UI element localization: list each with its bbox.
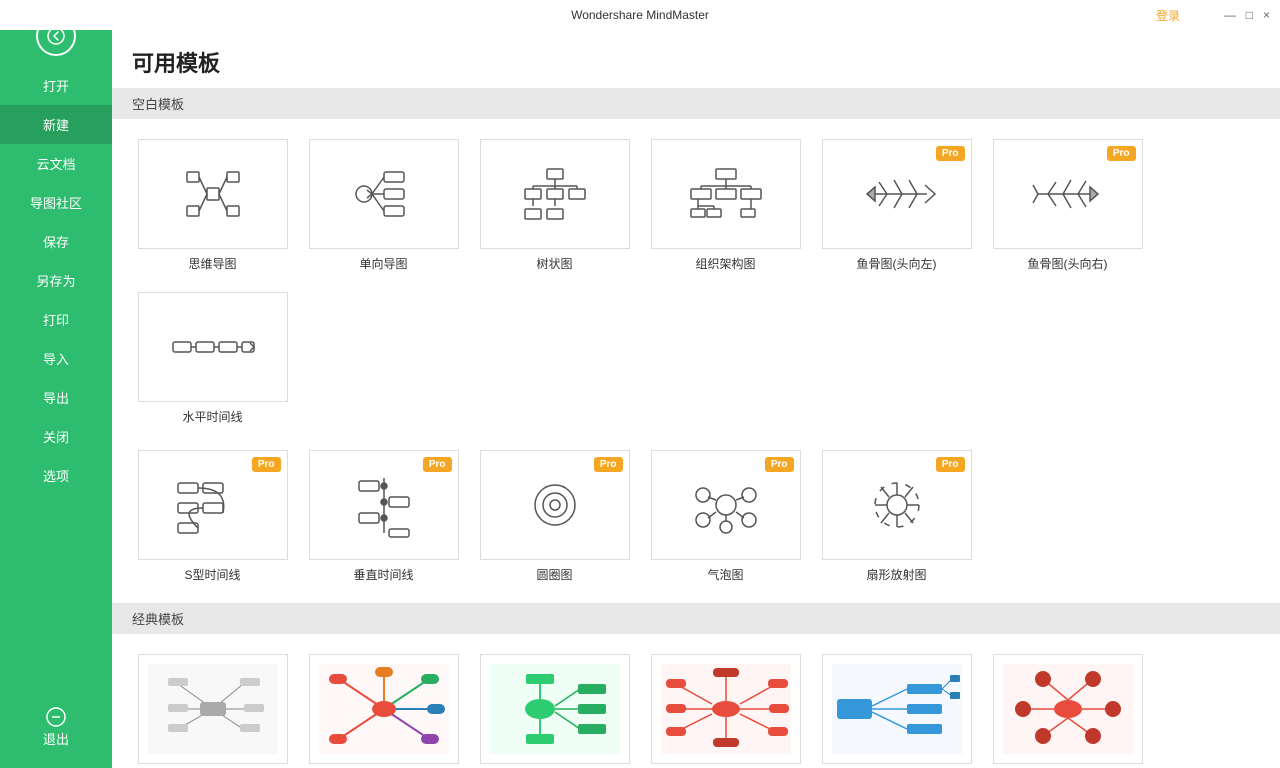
template-org[interactable]: 组织架构图 (648, 139, 803, 272)
sidebar-item-new[interactable]: 新建 (0, 105, 112, 144)
sidebar-item-saveas[interactable]: 另存为 (0, 261, 112, 300)
sidebar-item-exit[interactable]: 退出 (0, 697, 112, 758)
sidebar-label-open: 打开 (43, 76, 69, 95)
template-bubble[interactable]: Pro 气泡图 (648, 450, 803, 583)
template-thumb-mindmaster-intro[interactable] (138, 654, 288, 764)
template-label-bubble: 气泡图 (707, 566, 743, 583)
sidebar-item-print[interactable]: 打印 (0, 300, 112, 339)
template-htimeline[interactable]: 水平时间线 (135, 292, 290, 425)
template-thumb-5w1h[interactable] (309, 654, 459, 764)
template-label-fishbone-left: 鱼骨图(头向左) (857, 255, 937, 272)
classic-template-grid: MindMaster Introduct... (112, 634, 1280, 768)
template-tree[interactable]: 树状图 (477, 139, 632, 272)
template-thumb-case-study[interactable] (822, 654, 972, 764)
sidebar-item-close[interactable]: 关闭 (0, 417, 112, 456)
template-label-radiation: 扇形放射图 (866, 566, 926, 583)
sidebar-item-cloud[interactable]: 云文档 (0, 144, 112, 183)
close-button[interactable]: × (1263, 8, 1270, 22)
title-bar: Wondershare MindMaster 登录 — □ × (0, 0, 1280, 30)
sidebar-label-export: 导出 (43, 388, 69, 407)
template-thumb-radiation[interactable]: Pro (822, 450, 972, 560)
template-oneway[interactable]: 单向导图 (306, 139, 461, 272)
pro-badge-fishbone-right: Pro (1107, 146, 1136, 161)
blank-template-grid-2: Pro S型时间线 Pro (112, 445, 1280, 603)
content-area[interactable]: 空白模板 思维导图 (112, 88, 1280, 768)
template-thumb-vtimeline[interactable]: Pro (309, 450, 459, 560)
template-5w1h[interactable]: 5W1H Mind Map (306, 654, 461, 768)
template-label-mindmap: 思维导图 (188, 255, 236, 272)
template-thumb-fishbone-left[interactable]: Pro (822, 139, 972, 249)
template-thumb-fishbone-right[interactable]: Pro (993, 139, 1143, 249)
sidebar-item-import[interactable]: 导入 (0, 339, 112, 378)
main-content: 可用模板 空白模板 (112, 30, 1280, 768)
template-radiation[interactable]: Pro 扇 (819, 450, 974, 583)
sidebar-item-community[interactable]: 导图社区 (0, 183, 112, 222)
template-thumb-oneway[interactable] (309, 139, 459, 249)
sidebar-label-save: 保存 (43, 232, 69, 251)
template-label-vtimeline: 垂直时间线 (353, 566, 413, 583)
pro-badge-circle: Pro (594, 457, 623, 472)
template-thumb-tree[interactable] (480, 139, 630, 249)
template-thumb-org[interactable] (651, 139, 801, 249)
sidebar-label-cloud: 云文档 (36, 154, 75, 173)
template-thumb-cost-benefits[interactable] (480, 654, 630, 764)
template-stimeline[interactable]: Pro S型时间线 (135, 450, 290, 583)
template-thumb-htimeline[interactable] (138, 292, 288, 402)
sidebar-label-exit: 退出 (43, 729, 69, 748)
template-english-pos[interactable]: English Part Of Speech (648, 654, 803, 768)
register-button[interactable]: 登录 (1156, 7, 1180, 24)
sidebar-label-saveas: 另存为 (36, 271, 75, 290)
sidebar-label-close: 关闭 (43, 427, 69, 446)
template-fishbone-left[interactable]: Pro 鱼 (819, 139, 974, 272)
template-thumb-mindmap[interactable] (138, 139, 288, 249)
template-vtimeline[interactable]: Pro 垂直时间线 (306, 450, 461, 583)
template-fishbone-right[interactable]: Pro 鱼 (990, 139, 1145, 272)
classic-section-header: 经典模板 (112, 603, 1280, 634)
template-thumb-bubble[interactable]: Pro (651, 450, 801, 560)
sidebar-label-community: 导图社区 (30, 193, 82, 212)
template-label-stimeline: S型时间线 (184, 566, 240, 583)
page-title: 可用模板 (112, 30, 1280, 88)
template-thumb-stimeline[interactable]: Pro (138, 450, 288, 560)
sidebar-item-export[interactable]: 导出 (0, 378, 112, 417)
template-label-oneway: 单向导图 (359, 255, 407, 272)
template-thumb-avoid-frag[interactable] (993, 654, 1143, 764)
pro-badge-vtimeline: Pro (423, 457, 452, 472)
minimize-button[interactable]: — (1224, 8, 1236, 22)
template-case-study[interactable]: Case Study (819, 654, 974, 768)
blank-section-header: 空白模板 (112, 88, 1280, 119)
template-cost-benefits[interactable]: Cost-Benefits Analysis (477, 654, 632, 768)
sidebar-item-open[interactable]: 打开 (0, 66, 112, 105)
template-label-fishbone-right: 鱼骨图(头向右) (1028, 255, 1108, 272)
sidebar-label-new: 新建 (43, 115, 69, 134)
pro-badge-stimeline: Pro (252, 457, 281, 472)
template-label-tree: 树状图 (536, 255, 572, 272)
template-thumb-english-pos[interactable] (651, 654, 801, 764)
template-circle[interactable]: Pro 圆圈图 (477, 450, 632, 583)
blank-template-grid: 思维导图 单向导图 (112, 119, 1280, 445)
template-label-htimeline: 水平时间线 (182, 408, 242, 425)
sidebar-item-options[interactable]: 选项 (0, 456, 112, 495)
sidebar-label-options: 选项 (43, 466, 69, 485)
sidebar: 打开 新建 云文档 导图社区 保存 另存为 打印 导入 导出 关闭 选项 退出 (0, 0, 112, 768)
pro-badge-bubble: Pro (765, 457, 794, 472)
pro-badge-fishbone-left: Pro (936, 146, 965, 161)
sidebar-label-import: 导入 (43, 349, 69, 368)
template-thumb-circle[interactable]: Pro (480, 450, 630, 560)
template-mindmap[interactable]: 思维导图 (135, 139, 290, 272)
template-avoid-frag[interactable]: Avoid Fragmentation (990, 654, 1145, 768)
template-label-circle: 圆圈图 (536, 566, 572, 583)
sidebar-label-print: 打印 (43, 310, 69, 329)
window-controls: — □ × (1224, 8, 1270, 22)
app-title: Wondershare MindMaster (571, 8, 709, 22)
pro-badge-radiation: Pro (936, 457, 965, 472)
maximize-button[interactable]: □ (1246, 8, 1253, 22)
template-label-org: 组织架构图 (695, 255, 755, 272)
template-mindmaster-intro[interactable]: MindMaster Introduct... (135, 654, 290, 768)
sidebar-item-save[interactable]: 保存 (0, 222, 112, 261)
